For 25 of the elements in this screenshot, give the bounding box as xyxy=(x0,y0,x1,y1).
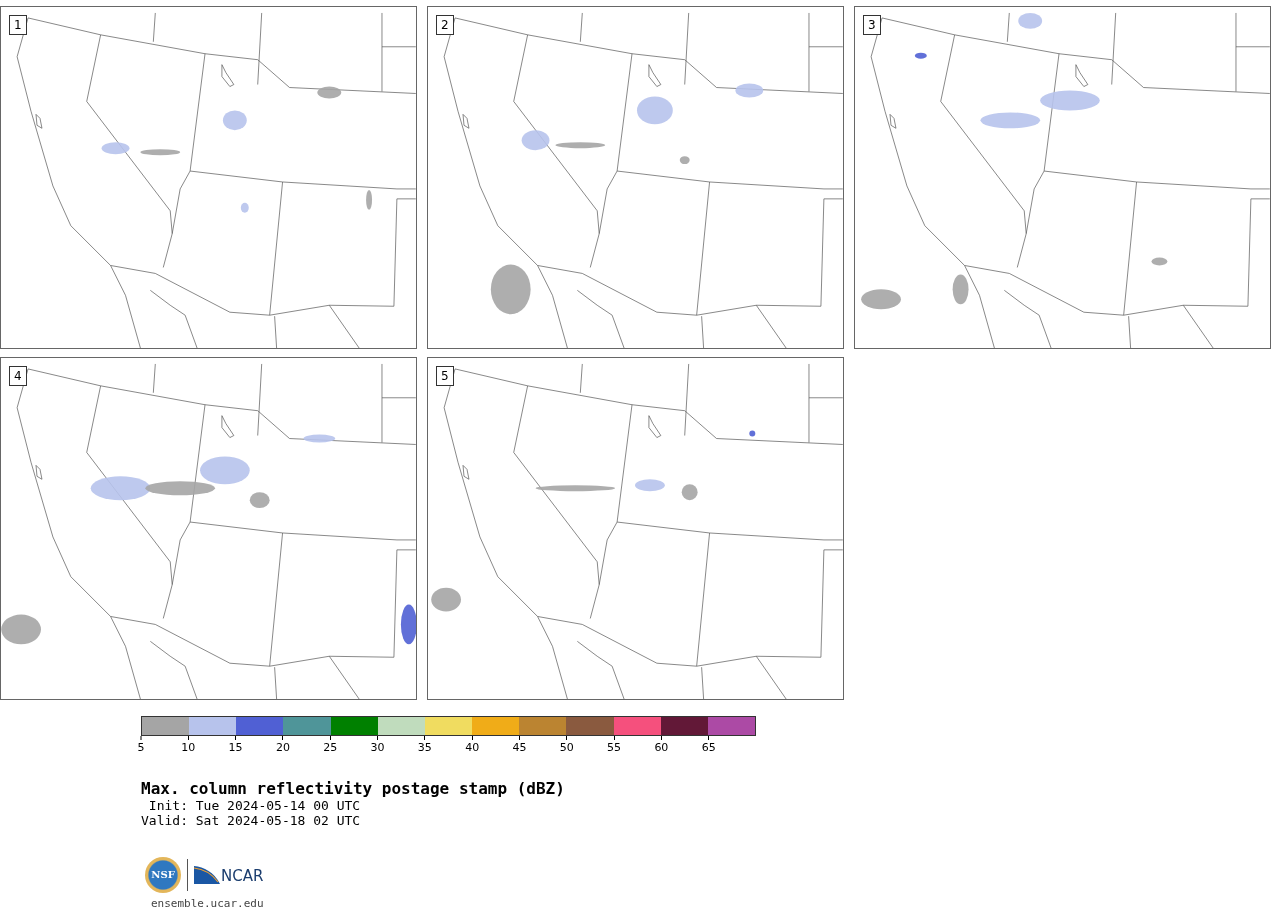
emblem-logo: NSF xyxy=(145,856,181,893)
tick-label: 60 xyxy=(654,740,669,756)
tick-label: 30 xyxy=(370,740,385,756)
tick-label: 65 xyxy=(701,740,716,756)
panel-number: 2 xyxy=(436,15,454,35)
panel-number: 3 xyxy=(863,15,881,35)
panel-number: 4 xyxy=(9,366,27,386)
chart-title: Max. column reflectivity postage stamp (dBZ) xyxy=(141,780,566,798)
tick-label: 5 xyxy=(137,740,145,756)
panel-number: 1 xyxy=(9,15,27,35)
tick-label: 20 xyxy=(275,740,290,756)
valid-time: Valid: Sat 2024-05-18 02 UTC xyxy=(141,813,362,829)
tick-label: 50 xyxy=(559,740,574,756)
tick-label: 55 xyxy=(607,740,622,756)
wordmark: NCAR xyxy=(221,868,264,884)
tick-label: 15 xyxy=(228,740,243,756)
tick-label: 35 xyxy=(417,740,432,756)
tick-label: 25 xyxy=(323,740,338,756)
site-url: ensemble.ucar.edu xyxy=(151,896,265,910)
tick-label: 45 xyxy=(512,740,527,756)
swoosh-icon xyxy=(194,865,220,884)
tick-label: 40 xyxy=(465,740,480,756)
panel-number: 5 xyxy=(436,366,454,386)
tick-label: 10 xyxy=(181,740,196,756)
init-time: Init: Tue 2024-05-14 00 UTC xyxy=(147,797,362,814)
